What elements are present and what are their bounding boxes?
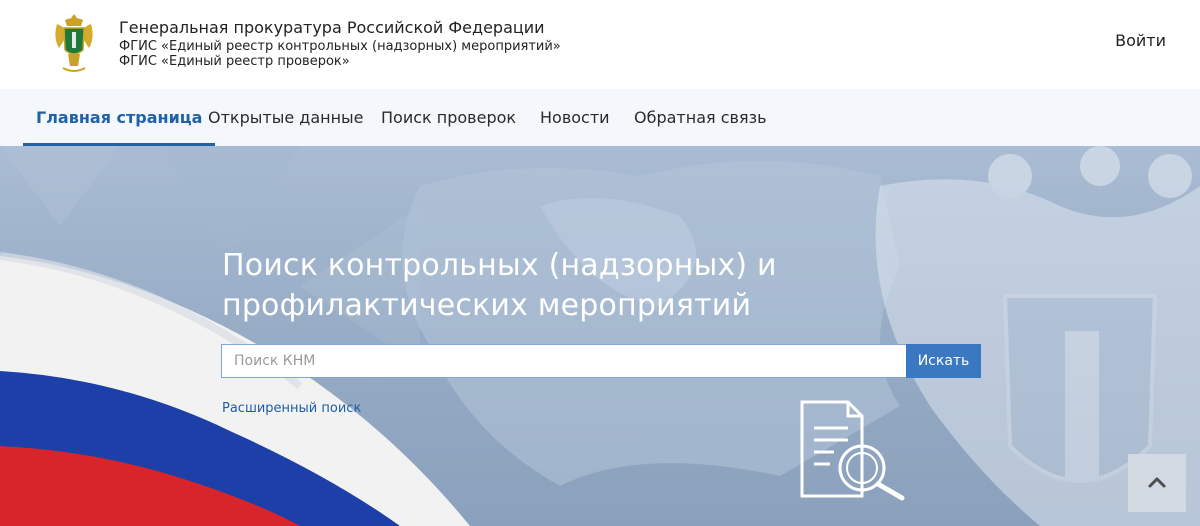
site-header: Генеральная прокуратура Российской Федер… (0, 0, 1200, 89)
search-button[interactable]: Искать (906, 344, 981, 378)
nav-item-news[interactable]: Новости (540, 89, 610, 146)
nav-item-open-data[interactable]: Открытые данные (208, 89, 364, 146)
hero-title-line2: профилактических мероприятий (222, 288, 752, 323)
hero-background (0, 146, 1200, 526)
org-subtitle-knm: ФГИС «Единый реестр контрольных (надзорн… (119, 39, 561, 54)
login-link[interactable]: Войти (1115, 31, 1166, 50)
nav-item-inspection-search[interactable]: Поиск проверок (381, 89, 516, 146)
org-title: Генеральная прокуратура Российской Федер… (119, 18, 545, 37)
chevron-up-icon (1148, 477, 1166, 488)
org-name-block: Генеральная прокуратура Российской Федер… (119, 17, 561, 69)
scroll-to-top-button[interactable] (1128, 454, 1186, 512)
hero-title-line1: Поиск контрольных (надзорных) и (222, 248, 777, 283)
hero-banner: Поиск контрольных (надзорных) и профилак… (0, 146, 1200, 526)
nav-item-feedback[interactable]: Обратная связь (634, 89, 767, 146)
hero-title: Поиск контрольных (надзорных) и профилак… (222, 246, 842, 326)
org-subtitle-inspections: ФГИС «Единый реестр проверок» (119, 54, 350, 69)
main-nav: Главная страница Открытые данные Поиск п… (0, 89, 1200, 146)
nav-item-home[interactable]: Главная страница (23, 89, 216, 146)
search-input[interactable] (222, 345, 906, 377)
document-search-icon (800, 400, 905, 501)
advanced-search-link[interactable]: Расширенный поиск (222, 401, 361, 416)
prosecutor-emblem-icon (55, 14, 93, 72)
search-field[interactable] (221, 344, 907, 378)
